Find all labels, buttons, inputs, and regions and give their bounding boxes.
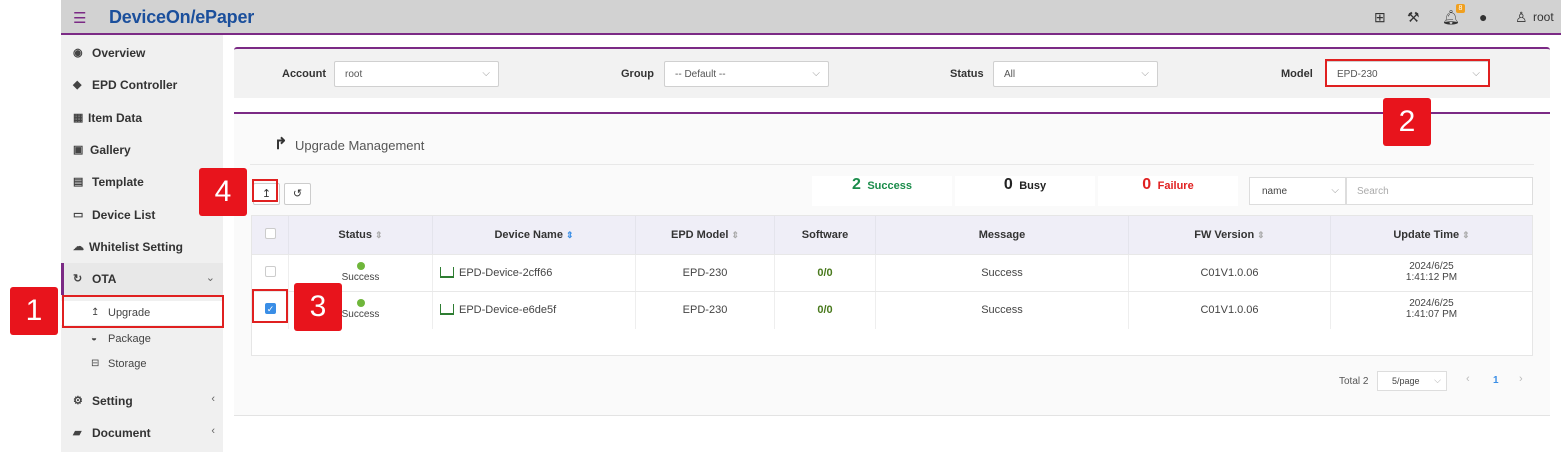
sidebar-item-whitelist-setting[interactable]: ☁ Whitelist Setting <box>61 231 223 263</box>
account-label: Account <box>282 68 326 80</box>
storage-icon: ⊟ <box>91 358 100 369</box>
annotation-number: 1 <box>10 287 58 335</box>
chevron-down-icon: ⌵ <box>482 68 490 79</box>
cogs-icon: ⚙ <box>73 395 83 407</box>
table-row[interactable]: ✓ Success EPD-Device-e6de5f EPD-230 0/0 … <box>252 291 1532 329</box>
status-text: Success <box>341 272 380 283</box>
book-icon: ▰ <box>73 427 82 439</box>
page-number[interactable]: 1 <box>1493 375 1499 386</box>
sidebar-item-setting[interactable]: ⚙ Setting ‹ <box>61 385 223 417</box>
sidebar-item-gallery[interactable]: ▣ Gallery <box>61 134 223 166</box>
add-square-icon[interactable]: ⊞ <box>1374 9 1386 26</box>
page-size-select[interactable]: 5/page ⌵ <box>1377 371 1447 391</box>
device-icon <box>440 267 454 278</box>
status-select[interactable]: All ⌵ <box>993 61 1158 87</box>
chevron-down-icon: ⌵ <box>1141 68 1149 79</box>
dashboard-icon: ◉ <box>73 47 83 59</box>
annotation-number: 3 <box>294 283 342 331</box>
page-title: Upgrade Management <box>295 138 425 153</box>
upgrade-icon: ↱ <box>274 136 288 153</box>
divider <box>250 164 1534 165</box>
id-card-icon: ▤ <box>73 176 84 188</box>
annotation-box-model <box>1325 59 1490 87</box>
sidebar-subitem-storage[interactable]: ⊟ Storage <box>61 352 223 376</box>
table-row[interactable]: Success EPD-Device-2cff66 EPD-230 0/0 Su… <box>252 254 1532 292</box>
cloud-icon: ☁ <box>73 241 84 253</box>
refresh-button[interactable]: ↺ <box>284 183 311 205</box>
select-all-checkbox[interactable] <box>265 228 276 239</box>
chevron-down-icon: ⌵ <box>1434 375 1441 385</box>
pagination-total: Total 2 <box>1339 376 1369 387</box>
group-select[interactable]: -- Default -- ⌵ <box>664 61 829 87</box>
sidebar-subitem-package[interactable]: ◒ Package <box>61 327 223 351</box>
software-count[interactable]: 0/0 <box>775 304 875 316</box>
device-name[interactable]: EPD-Device-e6de5f <box>459 304 556 316</box>
group-label: Group <box>621 68 654 80</box>
annotation-number: 4 <box>199 168 247 216</box>
busy-stat: 0 Busy <box>955 176 1095 206</box>
col-status[interactable]: Status ⇕ <box>289 216 433 254</box>
annotation-box-upgrade-button <box>252 179 278 202</box>
chevron-down-icon: ⌄ <box>205 272 215 284</box>
model-label: Model <box>1281 68 1313 80</box>
top-bar: ☰ DeviceOn/ePaper ⊞ ⚒ 🔔︎ 8 ● ♙ root <box>61 0 1561 35</box>
status-dot <box>356 299 365 307</box>
globe-icon[interactable]: ● <box>1479 9 1487 25</box>
menu-icon[interactable]: ☰ <box>73 9 86 27</box>
sort-icon[interactable]: ⇕ <box>1257 230 1265 240</box>
brand-logo: DeviceOn/ePaper <box>109 7 255 27</box>
next-page-icon[interactable]: › <box>1519 373 1523 385</box>
status-dot <box>356 262 365 270</box>
sort-icon[interactable]: ⇕ <box>375 230 383 240</box>
sidebar-item-epd-controller[interactable]: ◆ EPD Controller <box>61 69 223 101</box>
software-count[interactable]: 0/0 <box>775 267 875 279</box>
sidebar: ◉ Overview ◆ EPD Controller ▦ Item Data … <box>61 35 223 452</box>
device-name[interactable]: EPD-Device-2cff66 <box>459 267 552 279</box>
tools-icon[interactable]: ⚒ <box>1407 9 1420 26</box>
search-input[interactable]: Search <box>1346 177 1533 205</box>
col-device-name[interactable]: Device Name ⇕ <box>433 216 636 254</box>
account-select[interactable]: root ⌵ <box>334 61 499 87</box>
failure-stat: 0 Failure <box>1098 176 1238 206</box>
sidebar-item-overview[interactable]: ◉ Overview <box>61 37 223 69</box>
sync-icon: ↻ <box>73 273 83 285</box>
sort-icon[interactable]: ⇕ <box>566 230 574 240</box>
prev-page-icon[interactable]: ‹ <box>1466 373 1470 385</box>
device-table: Status ⇕ Device Name ⇕ EPD Model ⇕ Software… <box>251 215 1533 356</box>
annotation-box-checkbox <box>252 289 288 323</box>
image-icon: ▣ <box>73 144 84 156</box>
col-fw-version[interactable]: FW Version ⇕ <box>1129 216 1331 254</box>
sort-icon[interactable]: ⇕ <box>1462 230 1470 240</box>
sidebar-item-ota[interactable]: ↻ OTA ⌄ <box>61 263 223 295</box>
status-label: Status <box>950 68 984 80</box>
user-icon[interactable]: ♙ <box>1515 9 1528 26</box>
col-message: Message <box>876 216 1129 254</box>
chevron-left-icon: ‹ <box>211 425 215 437</box>
monitor-icon: ▭ <box>73 209 84 221</box>
sidebar-item-item-data[interactable]: ▦ Item Data <box>61 102 223 134</box>
chevron-down-icon: ⌵ <box>1331 185 1339 196</box>
sidebar-item-document[interactable]: ▰ Document ‹ <box>61 417 223 449</box>
annotation-box-upgrade <box>62 295 224 328</box>
table-icon: ▦ <box>73 112 84 124</box>
tags-icon: ◆ <box>73 79 82 91</box>
row-checkbox[interactable] <box>265 266 276 277</box>
search-field-select[interactable]: name ⌵ <box>1249 177 1346 205</box>
device-icon <box>440 304 454 315</box>
package-icon: ◒ <box>91 333 98 344</box>
annotation-number: 2 <box>1383 98 1431 146</box>
upgrade-panel: ↱ Upgrade Management ↥ ↺ 2 Success 0 Bus… <box>234 112 1550 416</box>
success-stat: 2 Success <box>812 176 952 206</box>
table-header: Status ⇕ Device Name ⇕ EPD Model ⇕ Software… <box>252 216 1532 254</box>
col-software: Software <box>775 216 876 254</box>
user-name[interactable]: root <box>1533 10 1554 24</box>
chevron-left-icon: ‹ <box>211 393 215 405</box>
chevron-down-icon: ⌵ <box>812 68 820 79</box>
col-update-time[interactable]: Update Time ⇕ <box>1331 216 1532 254</box>
notification-badge: 8 <box>1456 4 1465 13</box>
sort-icon[interactable]: ⇕ <box>731 230 739 240</box>
col-epd-model[interactable]: EPD Model ⇕ <box>636 216 775 254</box>
